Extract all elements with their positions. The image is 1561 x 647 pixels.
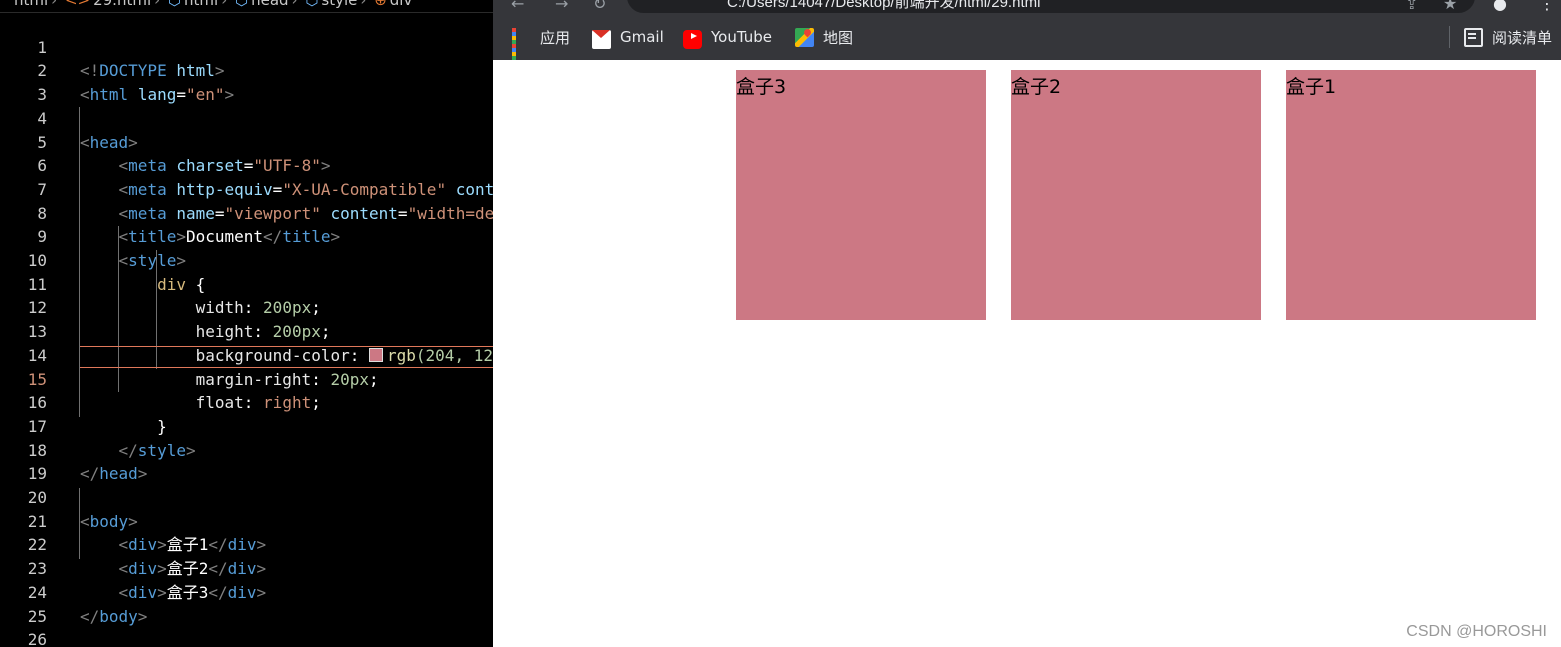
bookmark-label: 地图 <box>823 28 854 47</box>
code-line[interactable]: 14 margin-right: 20px; <box>0 320 493 389</box>
floated-box: 盒子3 <box>736 70 986 320</box>
code-line[interactable]: 21 <div>盒子1</div> <box>0 486 493 555</box>
line-number: 26 <box>27 630 47 647</box>
apps-grid-icon <box>512 27 531 64</box>
code-editor[interactable]: html › <> 29.html › ⬡ html › ⬡ head › ⬡ style › ⊕… <box>0 0 493 647</box>
forward-icon[interactable]: → <box>555 0 568 13</box>
element-icon: ⬡ <box>305 0 319 9</box>
bookmarks-divider <box>1449 26 1450 48</box>
bookmark-youtube[interactable]: YouTube <box>683 26 772 49</box>
bookmark-label: Gmail <box>620 28 664 46</box>
code-line[interactable]: 18 </head> <box>0 415 493 484</box>
breadcrumb-item-html-folder[interactable]: html <box>14 0 48 9</box>
youtube-icon <box>683 29 702 49</box>
code-line[interactable]: 2 <html lang="en"> <box>0 36 493 104</box>
element-icon: ⬡ <box>234 0 249 9</box>
code-line[interactable]: 26 </html> <box>0 605 493 647</box>
back-icon[interactable]: ← <box>511 0 524 13</box>
menu-icon[interactable]: ⋮ <box>1539 0 1555 13</box>
html-file-icon: <> <box>64 0 91 9</box>
floated-box: 盒子1 <box>1286 70 1536 320</box>
bookmark-label: 应用 <box>540 28 571 47</box>
element-icon: ⬡ <box>167 0 182 9</box>
code-line[interactable]: 23 <div>盒子3</div> <box>0 533 493 602</box>
code-line[interactable]: 24 </body> <box>0 557 493 626</box>
box-label: 盒子3 <box>736 76 787 98</box>
share-icon[interactable]: ⇪ <box>1405 0 1418 13</box>
breadcrumb-item-html[interactable]: html <box>184 0 218 9</box>
code-line[interactable]: 11 width: 200px; <box>0 249 493 318</box>
reading-list-label: 阅读清单 <box>1492 28 1553 47</box>
breadcrumb-item-head[interactable]: head <box>251 0 288 9</box>
code-line[interactable]: 22 <div>盒子2</div> <box>0 510 493 578</box>
code-line[interactable]: 3 <box>0 59 493 104</box>
bookmark-label: YouTube <box>711 28 772 46</box>
bookmark-maps[interactable]: 地图 <box>795 26 853 48</box>
breadcrumb-item-file[interactable]: 29.html <box>93 0 151 9</box>
selector-icon: ⊕ <box>374 0 387 9</box>
breadcrumb-item-div[interactable]: div <box>390 0 413 9</box>
code-line[interactable]: 20 <body> <box>0 462 493 531</box>
browser-toolbar: ← → ↻ C:/Users/14047/Desktop/前端开发/html/2… <box>493 0 1561 14</box>
browser-window: ← → ↻ C:/Users/14047/Desktop/前端开发/html/2… <box>493 0 1561 647</box>
box-label: 盒子2 <box>1011 76 1062 98</box>
box-label: 盒子1 <box>1286 76 1337 98</box>
maps-icon <box>795 27 814 47</box>
bookmark-gmail[interactable]: Gmail <box>592 26 664 49</box>
code-line[interactable]: 5 <meta charset="UTF-8"> <box>0 107 493 176</box>
code-line[interactable]: 16 } <box>0 368 493 436</box>
code-line[interactable]: 4 <head> <box>0 83 493 152</box>
bookmark-apps[interactable]: 应用 <box>512 26 571 64</box>
code-line[interactable]: 9 <style> <box>0 202 493 270</box>
floated-box: 盒子2 <box>1011 70 1261 320</box>
address-bar[interactable]: C:/Users/14047/Desktop/前端开发/html/29.html <box>627 0 1475 13</box>
code-line[interactable]: 8 <title>Document</title> <box>0 178 493 247</box>
gmail-icon <box>592 29 611 49</box>
code-line-active[interactable]: 15 float: right; <box>0 344 493 413</box>
code-line[interactable]: 13 background-color: rgb(204, 12 <box>0 296 493 365</box>
code-line[interactable]: 6 <meta http-equiv="X-UA-Compatible" con… <box>0 131 493 199</box>
profile-icon[interactable]: ● <box>1493 0 1507 13</box>
page-viewport: 盒子3 盒子2 盒子1 CSDN @HOROSHI <box>493 60 1561 647</box>
code-line[interactable]: 17 </style> <box>0 391 493 460</box>
bookmarks-bar: 应用 Gmail YouTube 地图 阅读清单 <box>493 14 1561 64</box>
url-text[interactable]: C:/Users/14047/Desktop/前端开发/html/29.html <box>727 0 1040 12</box>
reload-icon[interactable]: ↻ <box>593 0 606 13</box>
code-line[interactable]: 7 <meta name="viewport" content="width=d… <box>0 154 493 223</box>
code-line[interactable]: 12 height: 200px; <box>0 273 493 341</box>
bookmark-star-icon[interactable]: ★ <box>1443 0 1457 13</box>
code-line[interactable]: 19 <box>0 439 493 483</box>
reading-list-button[interactable]: 阅读清单 <box>1464 26 1552 48</box>
reading-list-icon <box>1464 27 1483 47</box>
code-line[interactable]: 10 div { <box>0 225 493 294</box>
watermark: CSDN @HOROSHI <box>1406 623 1547 640</box>
breadcrumb-item-style[interactable]: style <box>321 0 357 9</box>
code-line[interactable]: 25 <box>0 581 493 626</box>
code-line[interactable]: 1 <!DOCTYPE html> <box>0 12 493 81</box>
